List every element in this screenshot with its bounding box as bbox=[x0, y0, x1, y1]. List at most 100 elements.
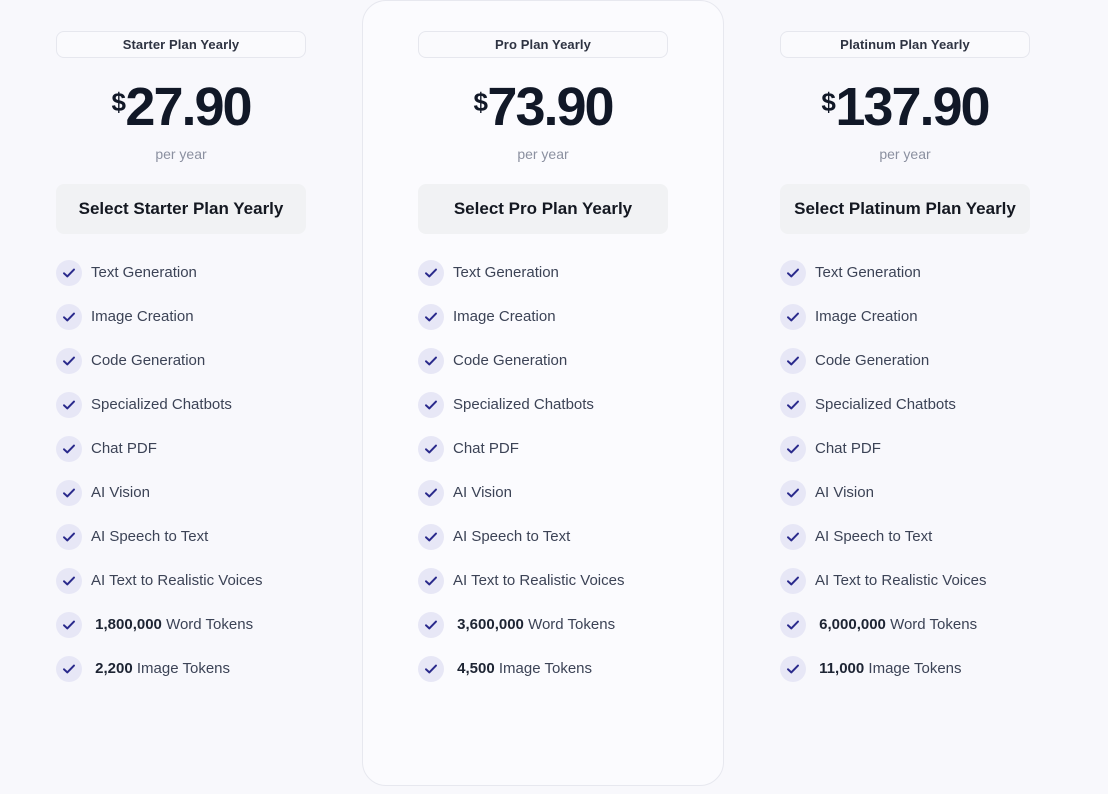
check-icon bbox=[780, 347, 806, 374]
feature-label: Image Creation bbox=[815, 307, 918, 325]
check-icon bbox=[56, 259, 82, 286]
feature-item-word-tokens: 1,800,000 Word Tokens bbox=[56, 611, 306, 638]
check-icon bbox=[56, 391, 82, 418]
feature-item: Chat PDF bbox=[780, 435, 1030, 462]
check-icon bbox=[56, 435, 82, 462]
check-icon bbox=[56, 523, 82, 550]
feature-label: AI Text to Realistic Voices bbox=[815, 571, 987, 589]
feature-label: Text Generation bbox=[815, 263, 921, 281]
feature-item: AI Speech to Text bbox=[418, 523, 668, 550]
price-currency-symbol: $ bbox=[473, 87, 488, 117]
image-tokens-label: Image Tokens bbox=[868, 659, 962, 677]
feature-label: AI Speech to Text bbox=[91, 527, 209, 545]
feature-item: AI Text to Realistic Voices bbox=[56, 567, 306, 594]
price-amount: 73.90 bbox=[487, 77, 614, 137]
check-icon bbox=[418, 259, 444, 286]
check-icon bbox=[418, 567, 444, 594]
check-icon bbox=[418, 655, 444, 682]
check-icon bbox=[418, 435, 444, 462]
feature-item: AI Text to Realistic Voices bbox=[780, 567, 1030, 594]
image-tokens-value: 2,200 bbox=[95, 659, 133, 677]
pricing-plans-grid: Starter Plan Yearly $27.90 per year Sele… bbox=[0, 0, 1108, 794]
word-tokens-value: 6,000,000 bbox=[819, 615, 886, 633]
feature-item: Text Generation bbox=[56, 259, 306, 286]
feature-item: Image Creation bbox=[780, 303, 1030, 330]
feature-item: Code Generation bbox=[780, 347, 1030, 374]
check-icon bbox=[418, 303, 444, 330]
image-tokens-label: Image Tokens bbox=[498, 659, 593, 677]
check-icon bbox=[780, 391, 806, 418]
feature-label: Specialized Chatbots bbox=[815, 395, 956, 413]
feature-item: Specialized Chatbots bbox=[780, 391, 1030, 418]
check-icon bbox=[780, 479, 806, 506]
price-block-pro: $73.90 per year bbox=[473, 77, 614, 162]
feature-item: Text Generation bbox=[418, 259, 668, 286]
plan-name-badge-platinum: Platinum Plan Yearly bbox=[780, 31, 1030, 58]
feature-label: AI Speech to Text bbox=[453, 527, 571, 545]
select-plan-button-pro[interactable]: Select Pro Plan Yearly bbox=[418, 184, 668, 234]
check-icon bbox=[418, 611, 444, 638]
feature-item: AI Vision bbox=[418, 479, 668, 506]
plan-name-badge-pro: Pro Plan Yearly bbox=[418, 31, 668, 58]
price-block-platinum: $137.90 per year bbox=[821, 80, 990, 162]
feature-item: AI Vision bbox=[780, 479, 1030, 506]
feature-list-starter: Text Generation Image Creation Code Gene… bbox=[56, 259, 306, 682]
check-icon bbox=[780, 523, 806, 550]
feature-label: Code Generation bbox=[453, 351, 568, 369]
check-icon bbox=[780, 655, 806, 682]
feature-item-image-tokens: 11,000 Image Tokens bbox=[780, 655, 1030, 682]
price-period-platinum: per year bbox=[879, 146, 931, 162]
feature-label: Code Generation bbox=[815, 351, 930, 369]
image-tokens-label: Image Tokens bbox=[136, 659, 231, 677]
feature-label: AI Vision bbox=[91, 483, 150, 501]
feature-item: Image Creation bbox=[56, 303, 306, 330]
price-platinum: $137.90 bbox=[821, 80, 990, 134]
feature-label: Chat PDF bbox=[453, 439, 519, 457]
price-currency-symbol: $ bbox=[821, 87, 836, 117]
check-icon bbox=[56, 303, 82, 330]
word-tokens-value: 1,800,000 bbox=[95, 615, 162, 633]
word-tokens-value: 3,600,000 bbox=[457, 615, 524, 633]
word-tokens-label: Word Tokens bbox=[890, 615, 978, 633]
check-icon bbox=[780, 567, 806, 594]
feature-item: Specialized Chatbots bbox=[56, 391, 306, 418]
select-plan-button-starter[interactable]: Select Starter Plan Yearly bbox=[56, 184, 306, 234]
feature-label: Code Generation bbox=[91, 351, 206, 369]
feature-item-word-tokens: 6,000,000 Word Tokens bbox=[780, 611, 1030, 638]
word-tokens-label: Word Tokens bbox=[166, 615, 254, 633]
feature-label: AI Vision bbox=[815, 483, 874, 501]
check-icon bbox=[56, 479, 82, 506]
feature-label: Text Generation bbox=[453, 263, 559, 281]
plan-card-starter: Starter Plan Yearly $27.90 per year Sele… bbox=[0, 0, 362, 719]
price-currency-symbol: $ bbox=[111, 87, 126, 117]
feature-label: Specialized Chatbots bbox=[453, 395, 594, 413]
feature-label: Chat PDF bbox=[91, 439, 157, 457]
check-icon bbox=[418, 347, 444, 374]
feature-label: Text Generation bbox=[91, 263, 197, 281]
feature-item: AI Speech to Text bbox=[780, 523, 1030, 550]
price-amount: 27.90 bbox=[125, 77, 252, 137]
price-starter: $27.90 bbox=[111, 77, 252, 137]
feature-label: Specialized Chatbots bbox=[91, 395, 232, 413]
price-block-starter: $27.90 per year bbox=[111, 77, 252, 162]
price-period-starter: per year bbox=[155, 146, 207, 162]
check-icon bbox=[56, 611, 82, 638]
feature-list-pro: Text Generation Image Creation Code Gene… bbox=[418, 259, 668, 682]
feature-item: Code Generation bbox=[56, 347, 306, 374]
feature-label: Chat PDF bbox=[815, 439, 881, 457]
feature-label: AI Text to Realistic Voices bbox=[453, 571, 625, 589]
feature-item: AI Text to Realistic Voices bbox=[418, 567, 668, 594]
feature-item: Chat PDF bbox=[56, 435, 306, 462]
check-icon bbox=[56, 655, 82, 682]
check-icon bbox=[418, 391, 444, 418]
select-plan-button-platinum[interactable]: Select Platinum Plan Yearly bbox=[780, 184, 1030, 234]
feature-item-image-tokens: 2,200 Image Tokens bbox=[56, 655, 306, 682]
check-icon bbox=[780, 259, 806, 286]
price-pro: $73.90 bbox=[473, 77, 614, 137]
feature-item: Specialized Chatbots bbox=[418, 391, 668, 418]
feature-label: Image Creation bbox=[91, 307, 194, 325]
feature-list-platinum: Text Generation Image Creation Code Gene… bbox=[780, 259, 1030, 682]
check-icon bbox=[780, 435, 806, 462]
check-icon bbox=[780, 303, 806, 330]
check-icon bbox=[418, 523, 444, 550]
